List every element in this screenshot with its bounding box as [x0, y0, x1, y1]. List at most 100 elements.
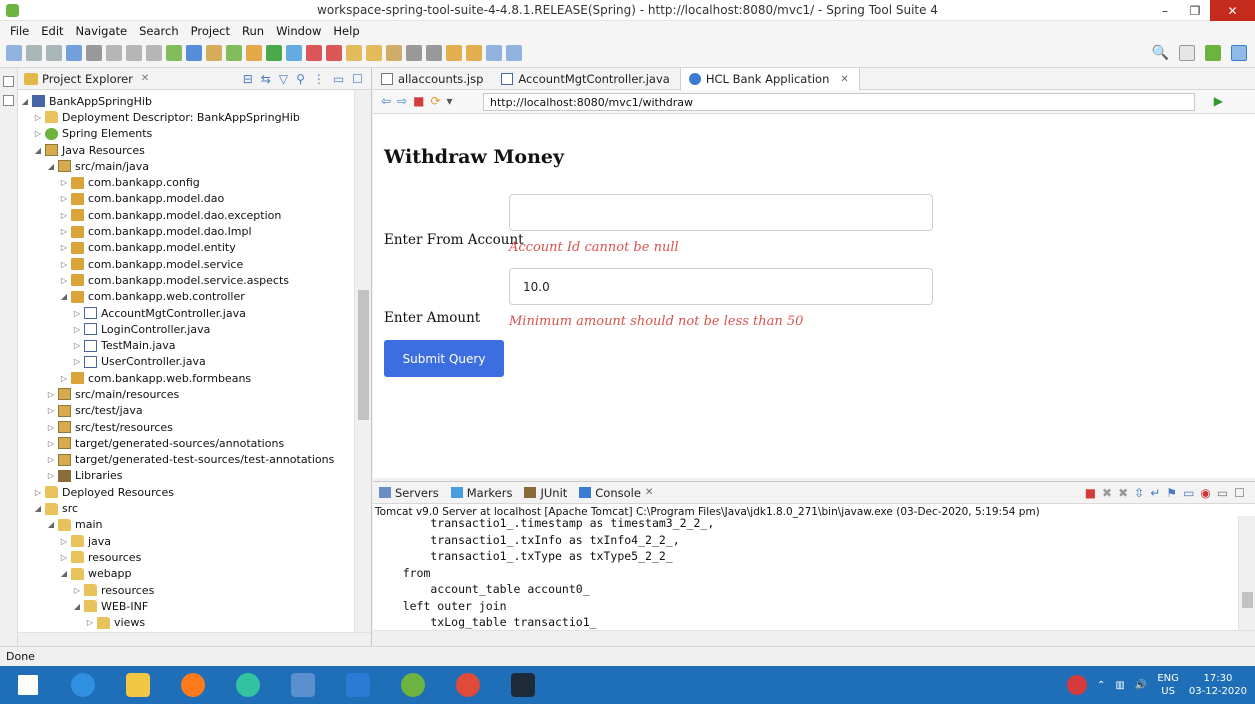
tree-item[interactable]: ◢ Java Resources [18, 142, 354, 158]
expanded-arrow-icon[interactable]: ◢ [72, 602, 82, 611]
maximize-view-icon[interactable]: ☐ [1234, 486, 1245, 500]
tree-item[interactable]: ▷ src/test/resources [18, 419, 354, 435]
link-with-editor-icon[interactable]: ⇆ [261, 72, 271, 86]
tree-item[interactable]: ▷ com.bankapp.web.formbeans [18, 370, 354, 386]
antivirus-icon[interactable] [1067, 675, 1088, 695]
collapsed-arrow-icon[interactable]: ▷ [46, 439, 56, 448]
tree-item[interactable]: ▷ src/test/java [18, 403, 354, 419]
tree-item[interactable]: ◢ src/main/java [18, 158, 354, 174]
restore-icon[interactable] [3, 76, 14, 87]
toolbar-tool-icon[interactable] [246, 45, 262, 61]
tree-item[interactable]: ▷ com.bankapp.model.service [18, 256, 354, 272]
collapsed-arrow-icon[interactable]: ▷ [59, 194, 69, 203]
taskbar-edge-legacy[interactable] [55, 666, 110, 704]
toolbar-tool-icon[interactable] [206, 45, 222, 61]
toolbar-tool-icon[interactable] [386, 45, 402, 61]
language-indicator[interactable]: ENG US [1157, 672, 1179, 698]
close-icon[interactable]: ✕ [840, 74, 848, 85]
menu-file[interactable]: File [4, 24, 35, 38]
collapsed-arrow-icon[interactable]: ▷ [33, 129, 43, 138]
toolbar-tool-icon[interactable] [66, 45, 82, 61]
remove-all-icon[interactable]: ✖ [1118, 486, 1128, 500]
amount-input[interactable]: 10.0 [509, 268, 933, 305]
minimize-view-icon[interactable]: ▭ [333, 72, 344, 86]
filter-icon[interactable]: ▽ [279, 72, 288, 86]
collapsed-arrow-icon[interactable]: ▷ [59, 276, 69, 285]
tree-item[interactable]: ◢ src [18, 500, 354, 516]
tab-accountmgtcontroller-java[interactable]: AccountMgtController.java [493, 68, 679, 90]
tree-item[interactable]: ▷ TestMain.java [18, 337, 354, 353]
tree-item[interactable]: ▷ AccountMgtController.java [18, 305, 354, 321]
collapsed-arrow-icon[interactable]: ▷ [72, 309, 82, 318]
expanded-arrow-icon[interactable]: ◢ [20, 97, 30, 106]
tab-servers[interactable]: Servers [379, 486, 439, 500]
toolbar-tool-icon[interactable] [6, 45, 22, 61]
network-icon[interactable]: ▥ [1115, 680, 1124, 691]
tree-item[interactable]: ◢ com.bankapp.web.controller [18, 289, 354, 305]
toolbar-tool-icon[interactable] [406, 45, 422, 61]
collapsed-arrow-icon[interactable]: ▷ [59, 374, 69, 383]
toolbar-tool-icon[interactable] [266, 45, 282, 61]
close-icon[interactable]: ✕ [645, 487, 653, 498]
toolbar-tool-icon[interactable] [306, 45, 322, 61]
refresh-icon[interactable]: ⟳ [430, 94, 440, 108]
collapsed-arrow-icon[interactable]: ▷ [33, 113, 43, 122]
taskbar-edge[interactable] [220, 666, 275, 704]
collapsed-arrow-icon[interactable]: ▷ [46, 390, 56, 399]
close-icon[interactable]: ✕ [141, 73, 149, 84]
focus-icon[interactable]: ⚲ [296, 72, 305, 86]
collapsed-arrow-icon[interactable]: ▷ [59, 537, 69, 546]
toolbar-tool-icon[interactable] [146, 45, 162, 61]
collapsed-arrow-icon[interactable]: ▷ [59, 260, 69, 269]
tree-item[interactable]: ▷ com.bankapp.model.dao [18, 191, 354, 207]
toolbar-tool-icon[interactable] [346, 45, 362, 61]
collapsed-arrow-icon[interactable]: ▷ [46, 406, 56, 415]
collapsed-arrow-icon[interactable]: ▷ [59, 178, 69, 187]
outline-icon[interactable] [3, 95, 14, 106]
java-ee-perspective-icon[interactable] [1231, 45, 1247, 61]
toolbar-tool-icon[interactable] [126, 45, 142, 61]
toolbar-tool-icon[interactable] [366, 45, 382, 61]
collapsed-arrow-icon[interactable]: ▷ [72, 357, 82, 366]
tree-item[interactable]: ▷ com.bankapp.model.dao.Impl [18, 223, 354, 239]
word-wrap-icon[interactable]: ↵ [1150, 486, 1160, 500]
tree-item[interactable]: ▷ resources [18, 582, 354, 598]
search-icon[interactable]: 🔍 [1152, 45, 1169, 61]
tree-item[interactable]: ▷ views [18, 615, 354, 631]
scroll-lock-icon[interactable]: ⇳ [1134, 486, 1144, 500]
collapsed-arrow-icon[interactable]: ▷ [46, 455, 56, 464]
tree-item[interactable]: ◢ WEB-INF [18, 598, 354, 614]
toolbar-tool-icon[interactable] [486, 45, 502, 61]
toolbar-tool-icon[interactable] [506, 45, 522, 61]
expanded-arrow-icon[interactable]: ◢ [46, 162, 56, 171]
forward-icon[interactable]: ⇨ [397, 94, 407, 108]
maximize-view-icon[interactable]: ☐ [352, 72, 363, 86]
tree-item[interactable]: ▷ com.bankapp.model.service.aspects [18, 272, 354, 288]
toolbar-tool-icon[interactable] [106, 45, 122, 61]
console-horizontal-scrollbar[interactable] [373, 630, 1255, 646]
collapsed-arrow-icon[interactable]: ▷ [59, 211, 69, 220]
tab-markers[interactable]: Markers [450, 486, 512, 500]
expanded-arrow-icon[interactable]: ◢ [59, 292, 69, 301]
expanded-arrow-icon[interactable]: ◢ [33, 146, 43, 155]
display-console-icon[interactable]: ▭ [1183, 486, 1194, 500]
collapsed-arrow-icon[interactable]: ▷ [46, 471, 56, 480]
pin-console-icon[interactable]: ⚑ [1166, 486, 1177, 500]
error-log-icon[interactable]: ◉ [1200, 486, 1210, 500]
menu-window[interactable]: Window [270, 24, 327, 38]
menu-run[interactable]: Run [236, 24, 270, 38]
start-button[interactable] [0, 666, 55, 704]
menu-help[interactable]: Help [327, 24, 365, 38]
minimize-button[interactable]: – [1150, 0, 1180, 21]
maximize-button[interactable]: ❐ [1180, 0, 1210, 21]
tab-console[interactable]: Console ✕ [579, 486, 653, 500]
taskbar-file-explorer[interactable] [110, 666, 165, 704]
collapsed-arrow-icon[interactable]: ▷ [72, 325, 82, 334]
tree-item[interactable]: ▷ Deployment Descriptor: BankAppSpringHib [18, 109, 354, 125]
console-output[interactable]: transactio1_.timestamp as timestam3_2_2_… [375, 516, 1237, 630]
tree-item[interactable]: ◢ BankAppSpringHib [18, 93, 354, 109]
menu-edit[interactable]: Edit [35, 24, 69, 38]
minimize-view-icon[interactable]: ▭ [1217, 486, 1228, 500]
menu-search[interactable]: Search [133, 24, 185, 38]
scrollbar-thumb[interactable] [1242, 592, 1253, 608]
